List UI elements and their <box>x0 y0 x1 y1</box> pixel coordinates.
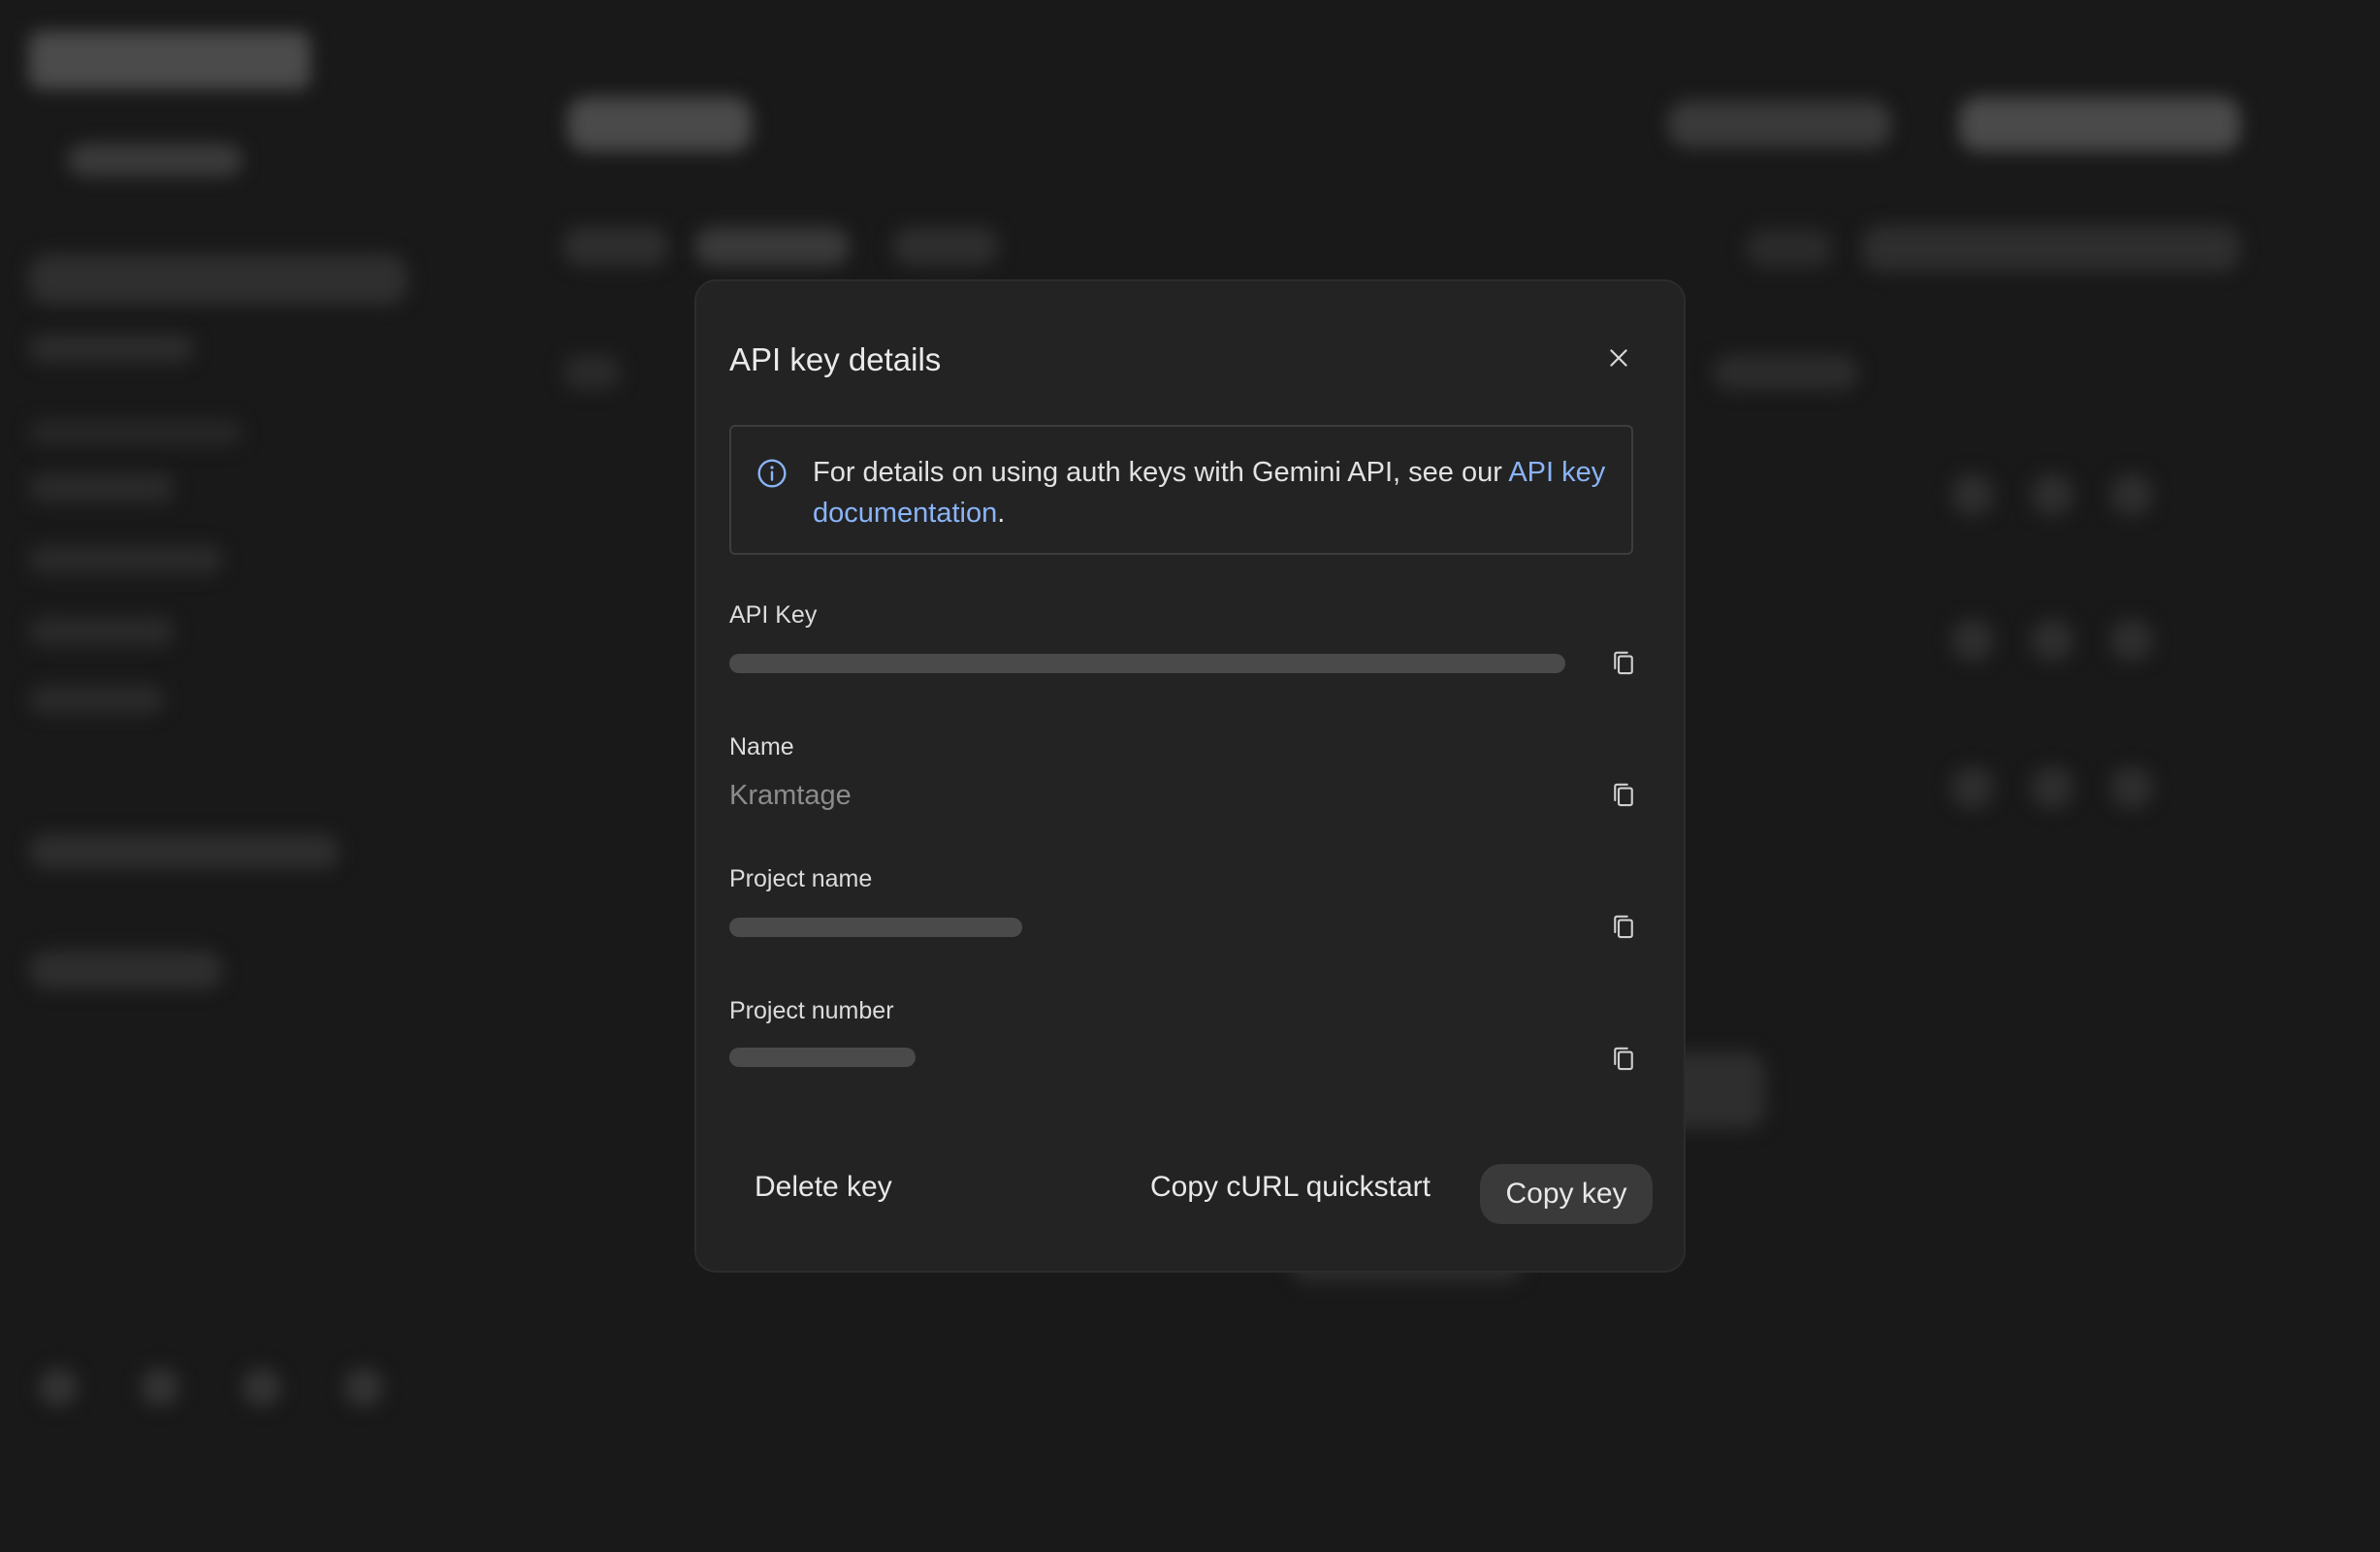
background-element <box>29 545 223 574</box>
background-element <box>2031 766 2074 809</box>
background-element <box>29 473 175 502</box>
copy-curl-quickstart-button[interactable]: Copy cURL quickstart <box>1150 1166 1431 1209</box>
project-number-label: Project number <box>729 997 894 1024</box>
copy-key-button[interactable]: Copy key <box>1480 1164 1653 1224</box>
api-key-label: API Key <box>729 601 818 629</box>
project-name-value-redacted <box>729 918 1022 937</box>
name-label: Name <box>729 733 794 760</box>
background-element <box>1713 355 1858 390</box>
background-element <box>2110 473 2153 516</box>
api-key-details-dialog: API key details For details on using aut… <box>694 279 1686 1273</box>
copy-name-button[interactable] <box>1604 776 1643 815</box>
background-element <box>567 97 752 151</box>
copy-icon <box>1614 915 1633 939</box>
close-icon <box>1610 349 1627 367</box>
background-element <box>2110 766 2153 809</box>
background-logo <box>29 31 310 89</box>
info-text: For details on using auth keys with Gemi… <box>813 457 1509 488</box>
background-element <box>1951 619 1994 662</box>
background-element <box>563 227 669 266</box>
background-element <box>1862 225 2240 272</box>
background-element <box>1746 229 1833 268</box>
background-element <box>29 617 175 646</box>
delete-key-button[interactable]: Delete key <box>755 1166 892 1209</box>
background-element <box>563 355 621 390</box>
background-element <box>29 254 407 305</box>
background-element <box>892 227 999 266</box>
background-element <box>2031 619 2074 662</box>
close-button[interactable] <box>1598 338 1639 378</box>
background-element <box>29 834 339 869</box>
copy-project-name-button[interactable] <box>1604 908 1643 947</box>
background-element <box>68 144 242 177</box>
info-suffix: . <box>997 498 1006 529</box>
background-element <box>39 1368 78 1406</box>
copy-project-number-button[interactable] <box>1604 1040 1643 1079</box>
background-element <box>29 334 194 363</box>
background-element <box>1668 101 1891 147</box>
copy-api-key-button[interactable] <box>1604 644 1643 683</box>
background-element <box>242 1368 281 1406</box>
background-element <box>141 1368 179 1406</box>
info-icon <box>757 459 787 488</box>
background-element <box>1951 473 1994 516</box>
copy-icon <box>1614 1047 1633 1071</box>
name-value: Kramtage <box>729 780 852 811</box>
background-element <box>29 685 165 714</box>
copy-icon <box>1614 651 1633 675</box>
dialog-title: API key details <box>729 341 942 377</box>
background-element <box>29 419 242 446</box>
background-element <box>2031 473 2074 516</box>
api-key-value-redacted <box>729 654 1565 673</box>
copy-icon <box>1614 783 1633 807</box>
background-element <box>1951 766 1994 809</box>
background-element <box>29 951 223 989</box>
project-name-label: Project name <box>729 865 873 892</box>
info-message: For details on using auth keys with Gemi… <box>813 452 1608 534</box>
background-element <box>694 227 850 266</box>
project-number-value-redacted <box>729 1048 916 1067</box>
background-element <box>2110 619 2153 662</box>
background-element <box>344 1368 383 1406</box>
info-banner: For details on using auth keys with Gemi… <box>729 425 1633 555</box>
background-element <box>1959 97 2240 151</box>
